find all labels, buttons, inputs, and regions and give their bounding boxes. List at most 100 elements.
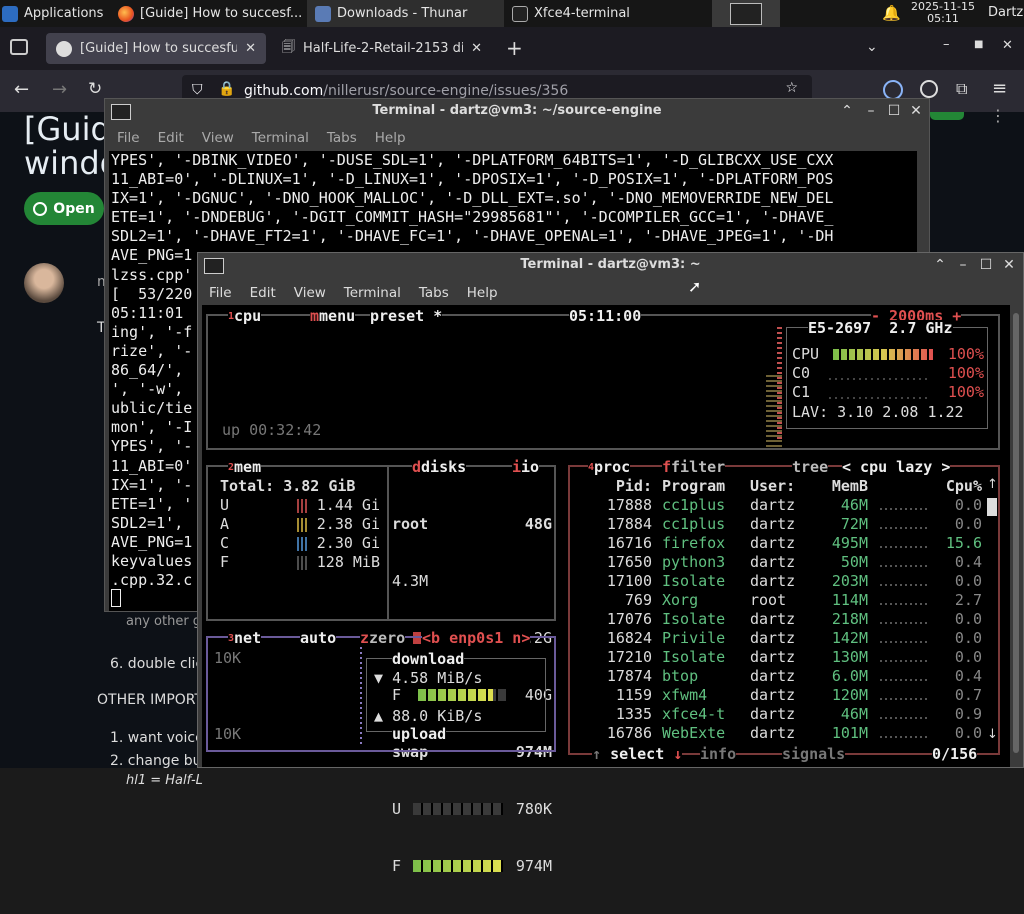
menu-icon[interactable]: ≡ bbox=[992, 78, 1007, 99]
disks-title[interactable]: ddisks bbox=[412, 459, 467, 476]
menu-file[interactable]: File bbox=[200, 281, 241, 305]
menu-view[interactable]: View bbox=[285, 281, 335, 305]
process-mem: 114M bbox=[831, 591, 868, 609]
minimize-window-button[interactable]: – bbox=[943, 37, 950, 52]
menu-file[interactable]: File bbox=[108, 126, 149, 150]
taskbar-item-thunar[interactable]: Downloads - Thunar bbox=[307, 0, 504, 27]
process-mem: 218M bbox=[831, 610, 868, 628]
net-auto-toggle[interactable]: auto bbox=[300, 630, 337, 647]
process-row[interactable]: 17100 Isolate dartz 203M 0.0 bbox=[576, 572, 982, 591]
menu-button[interactable]: mmenu bbox=[310, 308, 356, 325]
process-row[interactable]: 17210 Isolate dartz 130M 0.0 bbox=[576, 648, 982, 667]
signals-button[interactable]: signals bbox=[782, 746, 846, 763]
taskbar-item-terminal[interactable]: Xfce4-terminal bbox=[504, 0, 704, 27]
applications-menu[interactable]: Applications bbox=[0, 0, 110, 27]
tab-half-life[interactable]: 🗐 Half-Life-2-Retail-2153 di ✕ bbox=[272, 33, 492, 64]
taskbar-item-firefox[interactable]: [Guide] How to succesf... bbox=[110, 0, 307, 27]
notification-bell-icon[interactable]: 🔔 bbox=[882, 4, 901, 22]
process-row[interactable]: 17874 btop dartz 6.0M 0.4 bbox=[576, 667, 982, 686]
menu-help[interactable]: Help bbox=[366, 126, 415, 150]
maximize-button[interactable]: ☐ bbox=[886, 103, 902, 119]
process-row[interactable]: 769 Xorg root 114M 2.7 bbox=[576, 591, 982, 610]
process-pid: 17650 bbox=[606, 553, 652, 571]
minimize-button[interactable]: – bbox=[955, 257, 971, 273]
btop-screen[interactable]: 1cpu mmenu preset * 05:11:00 - 2000ms + … bbox=[202, 305, 1010, 875]
tab-list-icon[interactable] bbox=[10, 39, 28, 55]
close-window-button[interactable]: ✕ bbox=[1002, 38, 1013, 53]
io-toggle[interactable]: iio bbox=[512, 459, 540, 476]
edit-button-fragment[interactable] bbox=[930, 112, 964, 120]
kebab-menu-icon[interactable]: ⋮ bbox=[990, 106, 1006, 125]
mem-box-title[interactable]: 2mem bbox=[228, 459, 262, 476]
back-icon[interactable]: ← bbox=[14, 79, 29, 100]
shade-button[interactable]: ⌃ bbox=[932, 257, 948, 273]
proc-scrollbar[interactable] bbox=[987, 498, 997, 516]
workspace-switcher[interactable] bbox=[712, 0, 780, 27]
scroll-down-icon[interactable]: ↓ bbox=[987, 727, 998, 742]
process-row[interactable]: 16824 Privile dartz 142M 0.0 bbox=[576, 629, 982, 648]
close-button[interactable]: ✕ bbox=[1001, 257, 1017, 273]
mem-row-value: 1.44 Gi bbox=[316, 496, 380, 514]
menu-tabs[interactable]: Tabs bbox=[318, 126, 366, 150]
maximize-window-button[interactable]: ■ bbox=[974, 39, 983, 50]
minimize-button[interactable]: – bbox=[863, 103, 879, 119]
tab-label: [Guide] How to succesful bbox=[80, 41, 238, 56]
menu-edit[interactable]: Edit bbox=[149, 126, 193, 150]
proc-box-title[interactable]: 4proc bbox=[588, 459, 631, 476]
applications-label: Applications bbox=[24, 6, 104, 21]
close-tab-icon[interactable]: ✕ bbox=[245, 41, 256, 56]
menu-terminal[interactable]: Terminal bbox=[335, 281, 410, 305]
process-row[interactable]: 17650 python3 dartz 50M 0.4 bbox=[576, 553, 982, 572]
process-prog: Isolate bbox=[662, 610, 726, 628]
terminal-scrollbar[interactable] bbox=[1013, 313, 1019, 753]
process-row[interactable]: 1335 xfce4-t dartz 46M 0.9 bbox=[576, 705, 982, 724]
net-box-title[interactable]: 3net bbox=[228, 630, 262, 647]
shade-button[interactable]: ⌃ bbox=[839, 103, 855, 119]
account-icon[interactable] bbox=[883, 80, 903, 100]
new-tab-button[interactable]: + bbox=[506, 36, 523, 60]
bookmark-star-icon[interactable]: ☆ bbox=[785, 80, 798, 96]
menu-help[interactable]: Help bbox=[458, 281, 507, 305]
close-tab-icon[interactable]: ✕ bbox=[471, 41, 482, 56]
select-button[interactable]: ↑ select ↓ bbox=[592, 746, 683, 763]
net-interface[interactable]: <b enp0s1 n> bbox=[422, 630, 531, 647]
reload-icon[interactable]: ↻ bbox=[88, 79, 102, 99]
process-row[interactable]: 16786 WebExte dartz 101M 0.0 bbox=[576, 724, 982, 743]
user-menu[interactable]: Dartz bbox=[988, 5, 1023, 20]
extensions-icon[interactable]: ⧉ bbox=[956, 79, 967, 99]
process-prog: btop bbox=[662, 667, 699, 685]
menu-view[interactable]: View bbox=[193, 126, 243, 150]
profile-icon[interactable] bbox=[920, 80, 938, 98]
proc-filter[interactable]: ffilter bbox=[662, 459, 726, 476]
process-row[interactable]: 1159 xfwm4 dartz 120M 0.7 bbox=[576, 686, 982, 705]
preset-button[interactable]: preset * bbox=[370, 308, 443, 325]
cpu-box-title[interactable]: 1cpu bbox=[228, 308, 262, 325]
menu-tabs[interactable]: Tabs bbox=[410, 281, 458, 305]
swap-free-meter bbox=[413, 860, 504, 872]
close-button[interactable]: ✕ bbox=[908, 103, 924, 119]
net-zero-toggle[interactable]: zzero bbox=[360, 630, 406, 647]
clock-display: 05:11:00 bbox=[569, 307, 642, 325]
menu-edit[interactable]: Edit bbox=[241, 281, 285, 305]
process-row[interactable]: 17076 Isolate dartz 218M 0.0 bbox=[576, 610, 982, 629]
list-item-2: 2. change buil bbox=[110, 753, 210, 769]
info-button[interactable]: info bbox=[700, 746, 737, 763]
open-issue-icon bbox=[33, 201, 48, 216]
terminal-menubar: File Edit View Terminal Tabs Help bbox=[105, 126, 929, 150]
process-cpu: 0.0 bbox=[954, 572, 982, 590]
list-all-tabs-icon[interactable]: ⌄ bbox=[866, 39, 878, 55]
other-important-heading: OTHER IMPORT bbox=[97, 692, 204, 708]
forward-icon[interactable]: → bbox=[52, 79, 67, 100]
process-row[interactable]: 17888 cc1plus dartz 46M 0.0 bbox=[576, 496, 982, 515]
author-avatar[interactable] bbox=[24, 263, 64, 303]
process-row[interactable]: 16716 firefox dartz 495M 15.6 bbox=[576, 534, 982, 553]
proc-sort[interactable]: < cpu lazy > bbox=[842, 459, 951, 476]
process-row[interactable]: 17884 cc1plus dartz 72M 0.0 bbox=[576, 515, 982, 534]
menu-terminal[interactable]: Terminal bbox=[243, 126, 318, 150]
tab-guide[interactable]: [Guide] How to succesful ✕ bbox=[46, 33, 266, 64]
scroll-up-icon[interactable]: ↑ bbox=[987, 477, 998, 492]
maximize-button[interactable]: ☐ bbox=[978, 257, 994, 273]
uptime: up 00:32:42 bbox=[222, 421, 322, 439]
proc-tree-toggle[interactable]: tree bbox=[792, 459, 829, 476]
clock[interactable]: 2025-11-15 05:11 bbox=[908, 1, 978, 25]
